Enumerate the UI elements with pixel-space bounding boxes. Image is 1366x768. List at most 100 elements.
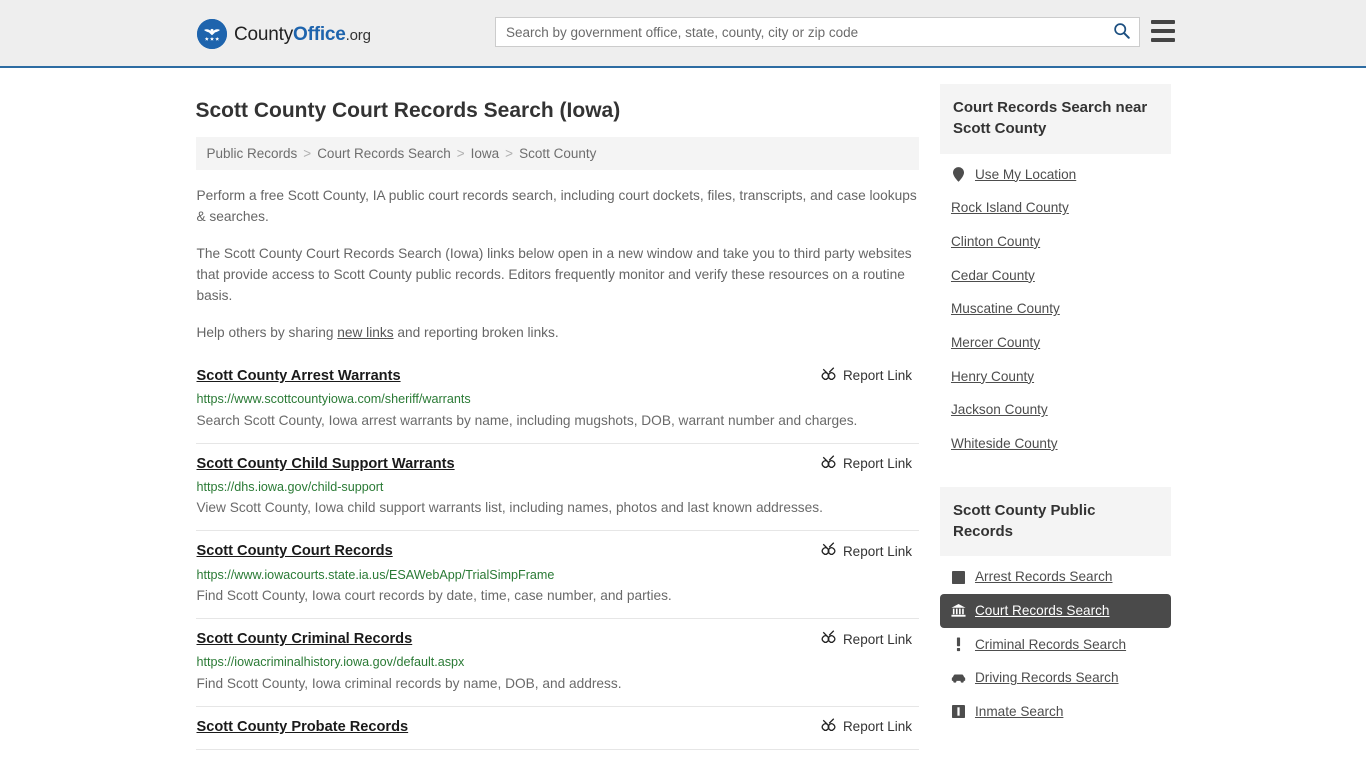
- report-link-button[interactable]: Report Link: [821, 630, 918, 648]
- result-row: Scott County Probate Records Report Link: [195, 717, 919, 750]
- broken-link-icon: [821, 542, 836, 560]
- intro-paragraph-2: The Scott County Court Records Search (I…: [196, 246, 912, 303]
- result-description: Find Scott County, Iowa court records by…: [196, 588, 672, 604]
- exclamation-icon: [951, 637, 966, 652]
- new-links-link[interactable]: new links: [337, 325, 393, 340]
- nearby-counties-card: Court Records Search near Scott County U…: [939, 84, 1171, 461]
- report-link-label: Report Link: [842, 631, 912, 647]
- nearby-counties-list: Use My Location Rock Island County Clint…: [940, 154, 1171, 461]
- sidebar-item-court-records-search[interactable]: Court Records Search: [939, 593, 1171, 628]
- logo-text-county: County: [234, 23, 294, 45]
- report-link-label: Report Link: [842, 543, 912, 559]
- intro-p3-after: and reporting broken links.: [393, 324, 559, 340]
- result-row: Scott County Child Support Warrants Repo…: [195, 454, 919, 532]
- map-pin-icon: [951, 167, 966, 182]
- hamburger-menu-icon[interactable]: [1151, 20, 1175, 42]
- breadcrumb: Public Records > Court Records Search > …: [195, 137, 919, 171]
- site-header: CountyOffice.org: [0, 0, 1366, 68]
- intro-p3-before: Help others by sharing: [196, 324, 338, 340]
- sidebar-link[interactable]: Jackson County: [951, 401, 1048, 419]
- sidebar-item-cedar-county[interactable]: Cedar County: [940, 259, 1171, 293]
- page-title: Scott County Court Records Search (Iowa): [195, 99, 621, 122]
- public-records-card: Scott County Public Records Arrest Recor…: [939, 486, 1171, 729]
- result-title-link[interactable]: Scott County Arrest Warrants: [197, 366, 401, 387]
- report-link-button[interactable]: Report Link: [821, 367, 918, 385]
- sidebar-link[interactable]: Whiteside County: [951, 435, 1058, 453]
- sidebar-link[interactable]: Use My Location: [975, 166, 1076, 184]
- sidebar-item-jackson-county[interactable]: Jackson County: [940, 393, 1171, 427]
- breadcrumb-separator: >: [505, 146, 514, 162]
- breadcrumb-separator: >: [303, 146, 312, 162]
- sidebar-item-criminal-records-search[interactable]: Criminal Records Search: [940, 628, 1171, 662]
- public-records-heading: Scott County Public Records: [939, 486, 1171, 557]
- search-button[interactable]: [1103, 18, 1139, 46]
- sidebar-link[interactable]: Court Records Search: [975, 602, 1109, 620]
- sidebar-item-use-my-location[interactable]: Use My Location: [940, 158, 1171, 192]
- results-list: Scott County Arrest Warrants Report Link: [195, 366, 919, 750]
- result-row: Scott County Criminal Records Report Lin…: [195, 629, 919, 707]
- result-url: https://www.scottcountyiowa.com/sheriff/…: [196, 392, 471, 407]
- sidebar-item-clinton-county[interactable]: Clinton County: [940, 225, 1171, 259]
- sidebar-link[interactable]: Driving Records Search: [975, 669, 1119, 687]
- sidebar-link[interactable]: Rock Island County: [951, 199, 1069, 217]
- result-title-link[interactable]: Scott County Criminal Records: [197, 629, 413, 650]
- sidebar-item-rock-island-county[interactable]: Rock Island County: [940, 191, 1171, 225]
- broken-link-icon: [821, 367, 836, 385]
- main-column: Scott County Court Records Search (Iowa)…: [195, 84, 919, 760]
- breadcrumb-separator: >: [456, 146, 465, 162]
- sidebar-item-whiteside-county[interactable]: Whiteside County: [940, 427, 1171, 461]
- breadcrumb-item-iowa[interactable]: Iowa: [471, 146, 500, 161]
- sidebar-link[interactable]: Criminal Records Search: [975, 636, 1126, 654]
- sidebar-item-muscatine-county[interactable]: Muscatine County: [940, 292, 1171, 326]
- site-logo[interactable]: CountyOffice.org: [197, 19, 371, 49]
- broken-link-icon: [821, 718, 836, 736]
- intro-text: Perform a free Scott County, IA public c…: [196, 186, 919, 344]
- result-title-link[interactable]: Scott County Court Records: [197, 541, 393, 562]
- result-title-link[interactable]: Scott County Probate Records: [197, 717, 409, 738]
- public-records-list: Arrest Records Search Court Records Sear…: [939, 556, 1171, 729]
- jail-icon: [951, 704, 966, 719]
- result-url: https://www.iowacourts.state.ia.us/ESAWe…: [196, 567, 555, 582]
- report-link-button[interactable]: Report Link: [821, 542, 918, 560]
- search-bar[interactable]: [495, 17, 1140, 47]
- search-icon: [1113, 22, 1130, 42]
- search-input[interactable]: [496, 19, 1103, 45]
- sidebar-link[interactable]: Muscatine County: [951, 300, 1060, 318]
- sidebar-link[interactable]: Henry County: [951, 368, 1034, 386]
- result-url: https://iowacriminalhistory.iowa.gov/def…: [196, 655, 465, 670]
- report-link-button[interactable]: Report Link: [821, 454, 918, 473]
- sidebar-item-driving-records-search[interactable]: Driving Records Search: [940, 661, 1171, 695]
- courthouse-icon: [951, 603, 966, 618]
- intro-paragraph-1: Perform a free Scott County, IA public c…: [196, 188, 917, 225]
- breadcrumb-item-scott-county[interactable]: Scott County: [519, 146, 596, 161]
- sidebar-item-inmate-search[interactable]: Inmate Search: [940, 695, 1171, 729]
- broken-link-icon: [821, 454, 836, 473]
- sidebar-link[interactable]: Clinton County: [951, 233, 1040, 251]
- nearby-counties-heading: Court Records Search near Scott County: [939, 84, 1171, 154]
- sidebar-item-arrest-records-search[interactable]: Arrest Records Search: [940, 560, 1171, 594]
- report-link-label: Report Link: [842, 456, 912, 472]
- sidebar-link[interactable]: Mercer County: [951, 334, 1040, 352]
- sidebar-item-mercer-county[interactable]: Mercer County: [940, 326, 1171, 360]
- result-description: View Scott County, Iowa child support wa…: [196, 500, 823, 516]
- result-description: Search Scott County, Iowa arrest warrant…: [196, 412, 858, 428]
- result-description: Find Scott County, Iowa criminal records…: [196, 675, 622, 691]
- eagle-seal-icon: [197, 19, 227, 49]
- result-title-link[interactable]: Scott County Child Support Warrants: [197, 454, 455, 475]
- sidebar: Court Records Search near Scott County U…: [939, 84, 1171, 760]
- sidebar-link[interactable]: Cedar County: [951, 267, 1035, 285]
- page-body: Scott County Court Records Search (Iowa)…: [0, 68, 1366, 760]
- sidebar-item-henry-county[interactable]: Henry County: [940, 360, 1171, 394]
- sidebar-link[interactable]: Arrest Records Search: [975, 568, 1113, 586]
- sidebar-link[interactable]: Inmate Search: [975, 703, 1063, 721]
- fingerprint-icon: [951, 570, 966, 585]
- breadcrumb-item-court-records-search[interactable]: Court Records Search: [317, 146, 451, 161]
- logo-wordmark: CountyOffice.org: [234, 25, 371, 44]
- result-url: https://dhs.iowa.gov/child-support: [196, 479, 384, 494]
- report-link-button[interactable]: Report Link: [821, 718, 918, 736]
- breadcrumb-item-public-records[interactable]: Public Records: [207, 146, 298, 161]
- broken-link-icon: [821, 630, 836, 648]
- logo-text-tld: .org: [345, 26, 371, 44]
- car-icon: [951, 671, 966, 686]
